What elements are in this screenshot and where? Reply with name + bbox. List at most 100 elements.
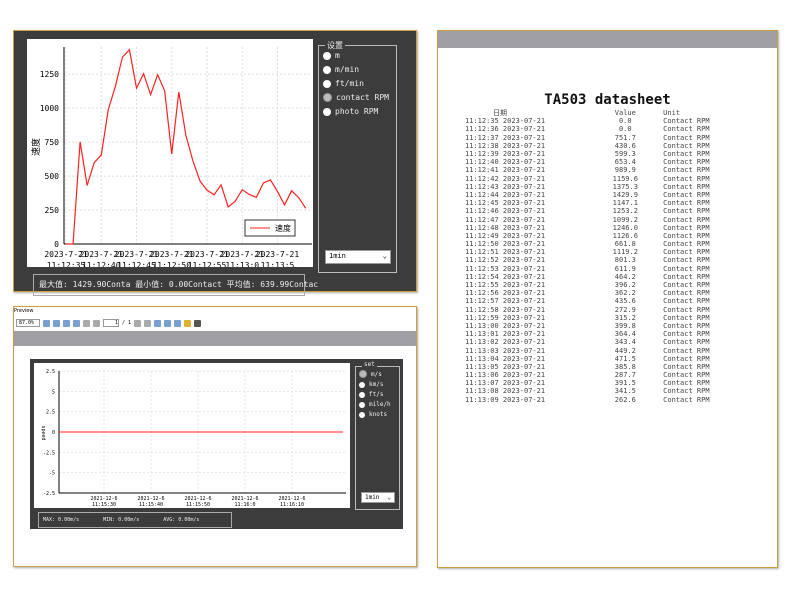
cell-value: 661.8 [614, 240, 636, 249]
table-row: 11:12:36 2023-07-21 0.0 Contact RPM [465, 125, 755, 133]
cell-unit: Contact RPM [663, 166, 710, 175]
table-row: 11:12:37 2023-07-21 751.7 Contact RPM [465, 134, 755, 142]
cell-unit: Contact RPM [663, 272, 710, 281]
min-value: MIN: 0.00m/s [103, 517, 140, 523]
preview-gray-band [14, 331, 416, 346]
cell-value: 1159.6 [612, 174, 638, 183]
table-row: 11:12:51 2023-07-21 1119.2 Contact RPM [465, 248, 755, 256]
table-row: 11:12:50 2023-07-21 661.8 Contact RPM [465, 240, 755, 248]
fit-page-icon[interactable] [73, 319, 80, 327]
y-tick-label: 500 [45, 172, 60, 181]
settings-title: 设置 [325, 40, 345, 51]
radio-label: photo RPM [335, 107, 379, 116]
radio-label: m/min [335, 65, 360, 74]
unit-radio-contact-rpm[interactable]: contact RPM [323, 93, 396, 102]
cell-date: 11:12:56 2023-07-21 [465, 289, 546, 298]
unit-radio-mile-h[interactable]: mile/h [359, 401, 399, 408]
cell-unit: Contact RPM [663, 313, 710, 322]
y-tick-label: -2.5 [43, 491, 55, 497]
cell-date: 11:12:49 2023-07-21 [465, 231, 546, 240]
table-row: 11:12:38 2023-07-21 430.6 Contact RPM [465, 142, 755, 150]
unit-radio-knots[interactable]: knots [359, 411, 399, 418]
table-row: 11:12:40 2023-07-21 653.4 Contact RPM [465, 158, 755, 166]
radio-label: knots [369, 411, 388, 418]
cell-unit: Contact RPM [663, 207, 710, 216]
cell-date: 11:12:41 2023-07-21 [465, 166, 546, 175]
cell-unit: Contact RPM [663, 289, 710, 298]
cell-date: 11:12:40 2023-07-21 [465, 158, 546, 167]
next-page-icon[interactable] [134, 319, 142, 327]
preview-interval-select[interactable]: 1min ⌄ [361, 492, 395, 503]
cell-date: 11:12:50 2023-07-21 [465, 240, 546, 249]
set-group: set m/s km/s ft/s mile/h knots 1min ⌄ [355, 361, 400, 510]
fit-width-icon[interactable] [63, 319, 70, 327]
cell-date: 11:12:35 2023-07-21 [465, 117, 546, 126]
table-row: 11:12:59 2023-07-21 315.2 Contact RPM [465, 314, 755, 322]
cell-date: 11:12:38 2023-07-21 [465, 141, 546, 150]
multi-page-icon[interactable] [174, 319, 182, 327]
cell-unit: Contact RPM [663, 240, 710, 249]
cell-value: 385.8 [614, 362, 636, 371]
cell-unit: Contact RPM [663, 330, 710, 339]
cell-date: 11:12:46 2023-07-21 [465, 207, 546, 216]
last-page-icon[interactable] [144, 319, 152, 327]
table-row: 11:12:47 2023-07-21 1099.2 Contact RPM [465, 215, 755, 224]
print-icon[interactable] [194, 319, 202, 327]
datasheet-title: TA503 datasheet [544, 92, 671, 108]
zoom-select[interactable]: 87.0% [16, 319, 40, 327]
unit-radio-photo-rpm[interactable]: photo RPM [323, 107, 396, 116]
radio-icon [359, 391, 365, 398]
table-row: 11:12:49 2023-07-21 1126.6 Contact RPM [465, 232, 755, 240]
cell-unit: Contact RPM [663, 125, 710, 134]
two-page-icon[interactable] [164, 319, 172, 327]
zoom-in-icon[interactable] [43, 319, 50, 327]
cell-unit: Contact RPM [663, 395, 710, 404]
table-row: 11:12:42 2023-07-21 1159.6 Contact RPM [465, 175, 755, 183]
cell-unit: Contact RPM [663, 158, 710, 167]
table-row: 11:13:06 2023-07-21 287.7 Contact RPM [465, 371, 755, 379]
cell-date: 11:12:52 2023-07-21 [465, 256, 546, 265]
prev-page-icon[interactable] [93, 319, 100, 327]
page-input[interactable]: 1 [103, 319, 119, 327]
x-tick-time: 11:13:5 [261, 261, 295, 267]
y-tick-label: 750 [45, 138, 60, 147]
cell-value: 1126.6 [612, 231, 638, 240]
cell-value: 449.2 [614, 346, 636, 355]
cell-unit: Contact RPM [663, 215, 710, 224]
cell-date: 11:12:55 2023-07-21 [465, 281, 546, 290]
cell-unit: Contact RPM [663, 150, 710, 159]
table-row: 11:13:07 2023-07-21 391.5 Contact RPM [465, 379, 755, 387]
x-tick-time: 11:12:40 [82, 261, 121, 267]
table-row: 11:12:48 2023-07-21 1246.0 Contact RPM [465, 224, 755, 232]
zoom-out-icon[interactable] [53, 319, 60, 327]
unit-radio-km-s[interactable]: km/s [359, 381, 399, 388]
cell-date: 11:13:00 2023-07-21 [465, 321, 546, 330]
interval-value: 1min [329, 252, 346, 260]
table-row: 11:12:54 2023-07-21 464.2 Contact RPM [465, 273, 755, 281]
cell-value: 364.4 [614, 330, 636, 339]
unit-radio-m-min[interactable]: m/min [323, 65, 396, 74]
x-tick-time: 11:16:0 [234, 502, 255, 508]
cell-value: 464.2 [614, 272, 636, 281]
datasheet-table: 日期 Value Unit 11:12:35 2023-07-21 0.0 Cont… [465, 109, 755, 404]
preview-chart-panel: 2.5 5 2.5 0 -2.5 -5 -2.5 2021-12-6 11:15:30 2021-… [30, 359, 403, 529]
cell-unit: Contact RPM [663, 354, 710, 363]
unit-radio-ft-s[interactable]: ft/s [359, 391, 399, 398]
interval-select[interactable]: 1min ⌄ [325, 250, 391, 264]
unit-radio-ft-min[interactable]: ft/min [323, 79, 396, 88]
cell-value: 362.2 [614, 289, 636, 298]
page-setup-icon[interactable] [184, 319, 192, 327]
unit-radio-m-s[interactable]: m/s [359, 370, 399, 378]
table-row: 11:13:01 2023-07-21 364.4 Contact RPM [465, 330, 755, 338]
radio-icon [323, 107, 331, 116]
page-total: / 1 [122, 320, 132, 326]
single-page-icon[interactable] [154, 319, 162, 327]
unit-radio-m[interactable]: m [323, 51, 396, 60]
table-row: 11:12:55 2023-07-21 396.2 Contact RPM [465, 281, 755, 289]
cell-date: 11:12:57 2023-07-21 [465, 297, 546, 306]
first-page-icon[interactable] [83, 319, 90, 327]
cell-unit: Contact RPM [663, 387, 710, 396]
legend-label: 速度 [275, 223, 291, 233]
radio-label: mile/h [369, 401, 391, 408]
cell-value: 0.0 [618, 117, 632, 126]
